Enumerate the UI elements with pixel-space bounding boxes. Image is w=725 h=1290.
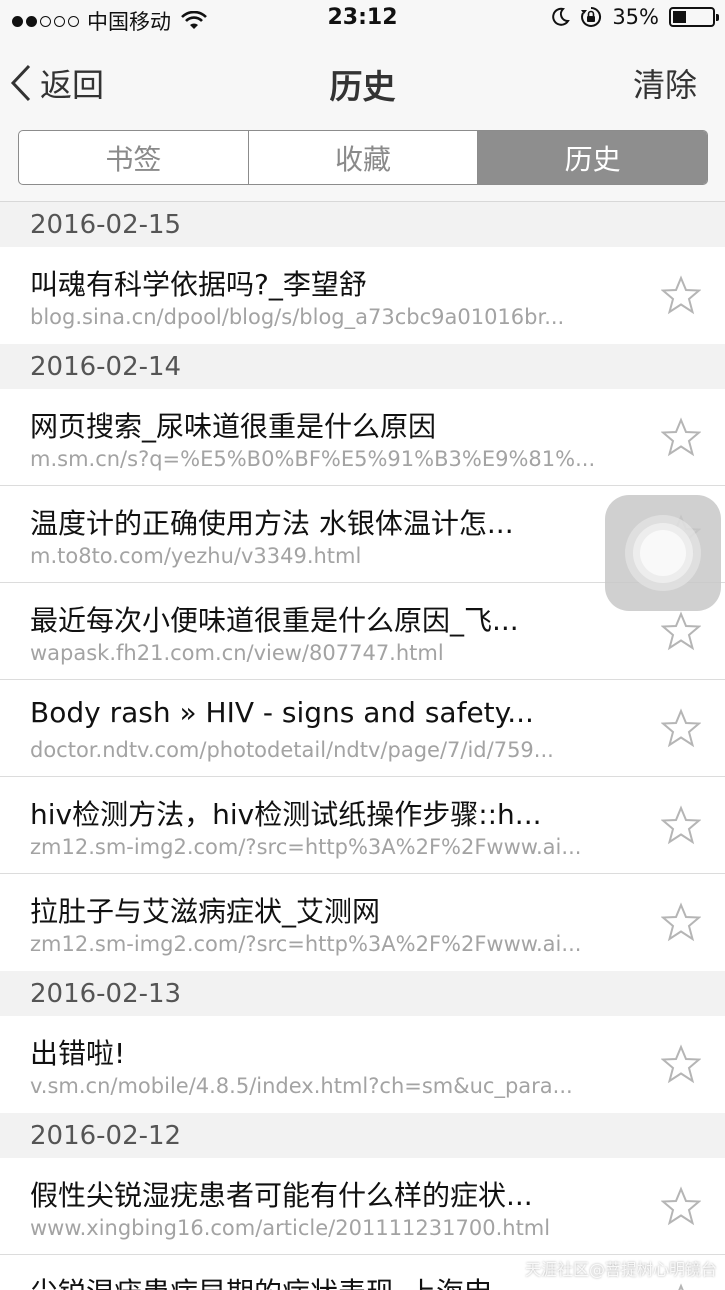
tab-favorites[interactable]: 收藏: [249, 131, 479, 184]
item-title: 尖锐湿疣患病早期的症状表现_上海申...: [30, 1271, 605, 1290]
item-title: hiv检测方法，hiv检测试纸操作步骤::h...: [30, 798, 542, 831]
navigation-bar: 返回 历史 清除: [0, 40, 725, 124]
chevron-left-icon: [10, 64, 31, 102]
assistive-touch-button[interactable]: [605, 495, 721, 611]
date-header: 2016-02-14: [0, 344, 725, 389]
item-url: zm12.sm-img2.com/?src=http%3A%2F%2Fwww.a…: [30, 932, 582, 956]
back-label: 返回: [40, 66, 105, 104]
history-list: 2016-02-15 叫魂有科学依据吗?_李望舒 blog.sina.cn/dp…: [0, 202, 725, 1290]
list-item[interactable]: 叫魂有科学依据吗?_李望舒 blog.sina.cn/dpool/blog/s/…: [0, 247, 725, 344]
moon-icon: [552, 7, 571, 26]
list-item[interactable]: 网页搜索_尿味道很重是什么原因 m.sm.cn/s?q=%E5%B0%BF%E5…: [0, 389, 725, 486]
date-header: 2016-02-13: [0, 971, 725, 1016]
list-item[interactable]: 假性尖锐湿疣患者可能有什么样的症状... www.xingbing16.com/…: [0, 1158, 725, 1255]
star-icon[interactable]: [661, 611, 701, 651]
star-icon[interactable]: [661, 417, 701, 457]
page-title: 历史: [329, 67, 396, 106]
item-title: 最近每次小便味道很重是什么原因_飞...: [30, 604, 519, 637]
list-item[interactable]: hiv检测方法，hiv检测试纸操作步骤::h... zm12.sm-img2.c…: [0, 777, 725, 874]
item-title: 温度计的正确使用方法 水银体温计怎...: [30, 507, 514, 540]
star-icon[interactable]: [661, 902, 701, 942]
clear-button[interactable]: 清除: [633, 60, 697, 106]
segmented-control: 书签 收藏 历史: [18, 130, 708, 185]
item-title: Body rash » HIV - signs and safety...: [30, 696, 534, 729]
list-item[interactable]: Body rash » HIV - signs and safety... do…: [0, 680, 725, 777]
star-icon[interactable]: [661, 1044, 701, 1084]
tab-bookmarks[interactable]: 书签: [19, 131, 249, 184]
segmented-control-bar: 书签 收藏 历史: [0, 124, 725, 202]
battery-percent: 35%: [612, 5, 659, 29]
item-title: 叫魂有科学依据吗?_李望舒: [30, 268, 367, 301]
item-url: www.xingbing16.com/article/201111231700.…: [30, 1216, 551, 1240]
item-title: 假性尖锐湿疣患者可能有什么样的症状...: [30, 1179, 533, 1212]
item-title: 网页搜索_尿味道很重是什么原因: [30, 410, 437, 443]
item-url: blog.sina.cn/dpool/blog/s/blog_a73cbc9a0…: [30, 305, 565, 329]
battery-icon: [669, 7, 719, 27]
star-icon[interactable]: [661, 708, 701, 748]
item-url: doctor.ndtv.com/photodetail/ndtv/page/7/…: [30, 738, 554, 762]
battery-level: [673, 11, 686, 23]
list-item[interactable]: 出错啦! v.sm.cn/mobile/4.8.5/index.html?ch=…: [0, 1016, 725, 1113]
date-header: 2016-02-12: [0, 1113, 725, 1158]
date-header: 2016-02-15: [0, 202, 725, 247]
star-icon[interactable]: [661, 1283, 701, 1290]
item-url: m.sm.cn/s?q=%E5%B0%BF%E5%91%B3%E9%81%...: [30, 447, 596, 471]
back-button[interactable]: 返回: [10, 60, 104, 106]
rotation-lock-icon: [581, 6, 602, 27]
item-title: 拉肚子与艾滋病症状_艾测网: [30, 895, 381, 928]
star-icon[interactable]: [661, 275, 701, 315]
item-url: wapask.fh21.com.cn/view/807747.html: [30, 641, 444, 665]
assistive-touch-center: [640, 530, 686, 576]
item-url: v.sm.cn/mobile/4.8.5/index.html?ch=sm&uc…: [30, 1074, 573, 1098]
tab-history[interactable]: 历史: [478, 131, 707, 184]
star-icon[interactable]: [661, 1186, 701, 1226]
status-right: 35%: [550, 5, 719, 29]
item-url: m.to8to.com/yezhu/v3349.html: [30, 544, 362, 568]
item-url: zm12.sm-img2.com/?src=http%3A%2F%2Fwww.a…: [30, 835, 582, 859]
item-title: 出错啦!: [30, 1037, 126, 1070]
star-icon[interactable]: [661, 805, 701, 845]
list-item[interactable]: 拉肚子与艾滋病症状_艾测网 zm12.sm-img2.com/?src=http…: [0, 874, 725, 971]
status-bar: 中国移动 23:12 35%: [0, 0, 725, 40]
watermark: 天涯社区@菩提树心明镜台: [524, 1260, 717, 1279]
